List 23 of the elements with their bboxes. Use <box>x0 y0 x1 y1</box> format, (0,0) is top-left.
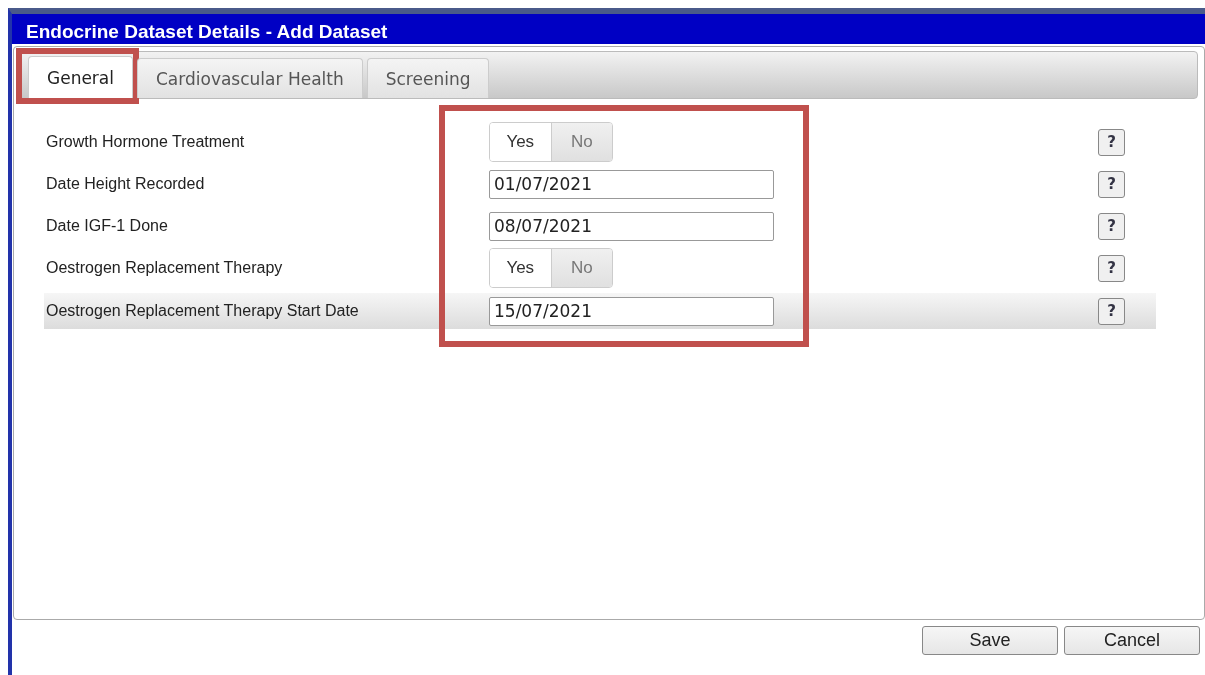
date-field[interactable]: 15/07/2021 <box>489 296 774 326</box>
field-label: Date Height Recorded <box>45 175 206 193</box>
help-button[interactable]: ? <box>1098 170 1125 198</box>
window-title: Endocrine Dataset Details - Add Dataset <box>26 20 388 44</box>
date-field[interactable]: 08/07/2021 <box>489 211 774 241</box>
tab[interactable]: Screening <box>366 58 490 98</box>
dialog-button[interactable]: Save <box>922 626 1058 655</box>
help-button[interactable]: ? <box>1098 212 1125 240</box>
field-label: Growth Hormone Treatment <box>45 133 246 151</box>
toggle-option[interactable]: No <box>551 249 612 287</box>
dialog-button[interactable]: Cancel <box>1064 626 1200 655</box>
help-button[interactable]: ? <box>1098 254 1125 282</box>
help-button[interactable]: ? <box>1098 128 1125 156</box>
toggle-option[interactable]: Yes <box>490 249 552 287</box>
field-label: Oestrogen Replacement Therapy Start Date <box>45 302 360 320</box>
toggle-option[interactable]: Yes <box>490 123 552 161</box>
toggle-option[interactable]: No <box>551 123 612 161</box>
date-field[interactable]: 01/07/2021 <box>489 169 774 199</box>
field-label: Date IGF-1 Done <box>45 217 169 235</box>
tab[interactable]: General <box>28 56 133 98</box>
tab[interactable]: Cardiovascular Health <box>137 58 363 98</box>
help-button[interactable]: ? <box>1098 297 1125 325</box>
field-label: Oestrogen Replacement Therapy <box>45 259 284 277</box>
